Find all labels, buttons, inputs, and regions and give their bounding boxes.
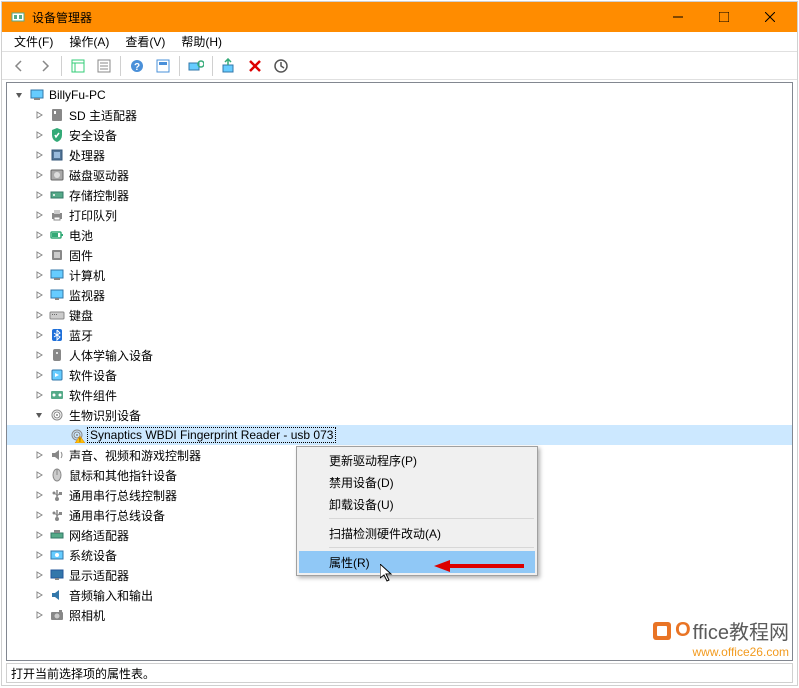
tree-category[interactable]: 存储控制器 [7, 185, 792, 205]
menubar: 文件(F) 操作(A) 查看(V) 帮助(H) [2, 32, 797, 52]
expander-icon[interactable] [31, 207, 47, 223]
expander-icon[interactable] [31, 407, 47, 423]
expander-icon[interactable] [31, 487, 47, 503]
menu-action[interactable]: 操作(A) [61, 31, 117, 52]
expander-icon[interactable] [31, 507, 47, 523]
tree-category[interactable]: 键盘 [7, 305, 792, 325]
expander-icon[interactable] [31, 107, 47, 123]
close-button[interactable] [747, 2, 793, 32]
tree-category[interactable]: 软件设备 [7, 365, 792, 385]
minimize-button[interactable] [655, 2, 701, 32]
expander-icon[interactable] [31, 447, 47, 463]
svg-text:?: ? [134, 62, 140, 73]
app-icon [10, 9, 26, 25]
expander-icon[interactable] [31, 467, 47, 483]
separator [61, 56, 62, 76]
tree-category[interactable]: 固件 [7, 245, 792, 265]
tree-category[interactable]: 人体学输入设备 [7, 345, 792, 365]
tree-category[interactable]: 监视器 [7, 285, 792, 305]
expander-icon[interactable] [31, 227, 47, 243]
options-icon[interactable] [151, 54, 175, 78]
expander-icon[interactable] [31, 327, 47, 343]
ctx-scan[interactable]: 扫描检测硬件改动(A) [299, 522, 535, 544]
cursor-icon [380, 564, 396, 584]
separator [329, 547, 534, 548]
window-title: 设备管理器 [32, 9, 655, 26]
separator [120, 56, 121, 76]
ctx-uninstall[interactable]: 卸载设备(U) [299, 493, 535, 515]
expander-icon[interactable] [31, 367, 47, 383]
tree-device[interactable]: !Synaptics WBDI Fingerprint Reader - usb… [7, 425, 792, 445]
separator [212, 56, 213, 76]
statusbar: 打开当前选择项的属性表。 [6, 663, 793, 683]
computer-icon [29, 87, 45, 103]
scan-icon[interactable] [184, 54, 208, 78]
uninstall-icon[interactable] [243, 54, 267, 78]
tree-category[interactable]: 处理器 [7, 145, 792, 165]
separator [179, 56, 180, 76]
expander-icon[interactable] [31, 527, 47, 543]
expander-icon[interactable] [31, 187, 47, 203]
tree-category[interactable]: 安全设备 [7, 125, 792, 145]
annotation-arrow [434, 558, 524, 574]
back-button[interactable] [7, 54, 31, 78]
watermark-office26: Office教程网 www.office26.com [651, 616, 789, 659]
forward-button[interactable] [33, 54, 57, 78]
help-icon[interactable]: ? [125, 54, 149, 78]
expander-icon[interactable] [31, 547, 47, 563]
separator [329, 518, 534, 519]
expander-icon[interactable] [31, 127, 47, 143]
tree-category[interactable]: 软件组件 [7, 385, 792, 405]
expander-icon[interactable] [31, 607, 47, 623]
menu-view[interactable]: 查看(V) [117, 31, 173, 52]
tree-category[interactable]: SD 主适配器 [7, 105, 792, 125]
tree-category[interactable]: 磁盘驱动器 [7, 165, 792, 185]
expander-icon[interactable] [31, 247, 47, 263]
context-menu: 更新驱动程序(P) 禁用设备(D) 卸载设备(U) 扫描检测硬件改动(A) 属性… [296, 446, 538, 576]
expander-icon[interactable] [31, 167, 47, 183]
tree-root[interactable]: BillyFu-PC [7, 85, 792, 105]
expander-icon[interactable] [31, 287, 47, 303]
tree-category[interactable]: 音频输入和输出 [7, 585, 792, 605]
ctx-disable[interactable]: 禁用设备(D) [299, 471, 535, 493]
toolbar: ? [2, 52, 797, 80]
tree-category[interactable]: 蓝牙 [7, 325, 792, 345]
tree-category[interactable]: 生物识别设备 [7, 405, 792, 425]
expander-icon[interactable] [31, 267, 47, 283]
status-text: 打开当前选择项的属性表。 [11, 665, 155, 682]
expander-icon[interactable] [31, 387, 47, 403]
expander-icon[interactable] [11, 87, 27, 103]
expander-icon[interactable] [31, 567, 47, 583]
expander-icon[interactable] [31, 347, 47, 363]
maximize-button[interactable] [701, 2, 747, 32]
expander-icon[interactable] [31, 147, 47, 163]
update-icon[interactable] [217, 54, 241, 78]
show-hide-icon[interactable] [66, 54, 90, 78]
tree-category[interactable]: 打印队列 [7, 205, 792, 225]
tree-category[interactable]: 计算机 [7, 265, 792, 285]
titlebar: 设备管理器 [2, 2, 797, 32]
expander-icon[interactable] [31, 587, 47, 603]
menu-file[interactable]: 文件(F) [6, 31, 61, 52]
properties-icon[interactable] [92, 54, 116, 78]
tree-category[interactable]: 电池 [7, 225, 792, 245]
ctx-update-driver[interactable]: 更新驱动程序(P) [299, 449, 535, 471]
expander-icon[interactable] [31, 307, 47, 323]
disable-icon[interactable] [269, 54, 293, 78]
menu-help[interactable]: 帮助(H) [173, 31, 230, 52]
